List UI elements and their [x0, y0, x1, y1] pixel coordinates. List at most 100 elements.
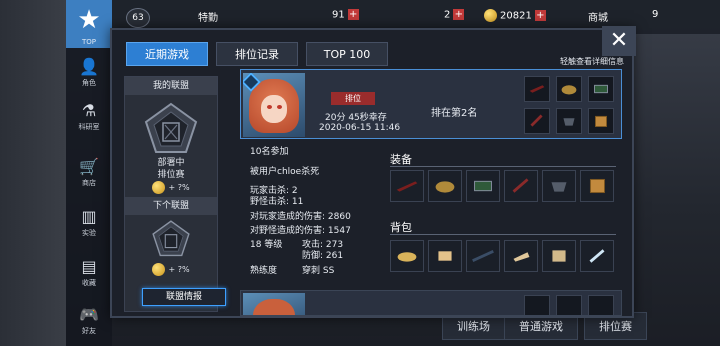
equipment-slot-blade[interactable] [504, 170, 538, 202]
coin-icon [484, 9, 497, 22]
survival-time: 20分 45秒幸存 [325, 113, 387, 123]
star-icon: ★ [77, 5, 101, 35]
loot-slot [524, 76, 550, 102]
books-icon: ▥ [81, 207, 97, 226]
coin-icon [152, 263, 166, 276]
flask-icon: ⚗ [81, 101, 97, 120]
loot-slot [524, 295, 550, 315]
armor-icon [563, 118, 575, 126]
match-datetime: 2020-06-15 11:46 [319, 123, 401, 133]
match-type-tag: 排位 [331, 92, 375, 105]
character-icon: 👤 [79, 57, 99, 76]
resource-4: 9 [652, 9, 659, 20]
equipment-title: 装备 [390, 153, 412, 166]
level-badge: 63 [126, 8, 150, 28]
laptop-icon [474, 180, 492, 192]
coin-resource: 20821 + [484, 9, 546, 25]
bread-icon [397, 252, 417, 262]
tab-top-100[interactable]: TOP 100 [306, 42, 388, 66]
blade-icon [530, 114, 543, 127]
equipment-slot-armor[interactable] [542, 170, 576, 202]
equipment-slot-crate[interactable] [580, 170, 614, 202]
nav-lab[interactable]: ⚗ 科研室 [66, 102, 112, 132]
loot-slot [524, 108, 550, 134]
tab-recent-games[interactable]: 近期游戏 [126, 42, 208, 66]
my-alliance-title: 我的联盟 [125, 77, 217, 95]
material-icon [513, 252, 530, 262]
backpack-slot[interactable] [504, 240, 538, 272]
equipment-slot-weapon[interactable] [390, 170, 424, 202]
killed-by: 被用户chloe杀死 [250, 167, 320, 177]
proficiency-value: 穿刺 SS [302, 266, 335, 276]
rifle-icon [396, 181, 418, 192]
loot-slot [556, 295, 582, 315]
next-alliance-title: 下个联盟 [125, 197, 217, 215]
backpack-slot[interactable] [466, 240, 500, 272]
placement: 排在第2名 [431, 108, 478, 119]
character-level: 18 等级 [250, 240, 283, 250]
helmet-icon [435, 181, 455, 193]
match-card-selected[interactable]: 排位 20分 45秒幸存 2020-06-15 11:46 排在第2名 [240, 69, 622, 139]
backpack-slot[interactable] [542, 240, 576, 272]
add-resource-2-button[interactable]: + [453, 9, 465, 20]
resource-1: 91 + [332, 9, 359, 21]
alliance-rank-name: 部署中 [157, 158, 185, 168]
loot-slot [588, 108, 614, 134]
food-icon [438, 251, 452, 261]
close-button[interactable]: ✕ [602, 26, 636, 56]
gamepad-icon: 🎮 [79, 305, 99, 324]
tab-ranked-records[interactable]: 排位记录 [216, 42, 298, 66]
damage-to-wild: 对野怪造成的伤害: 1547 [250, 226, 351, 236]
equipment-slot-head[interactable] [428, 170, 462, 202]
blade-icon [512, 178, 529, 193]
character-avatar [243, 73, 305, 137]
backpack-slot[interactable] [428, 240, 462, 272]
nav-friends[interactable]: 🎮 好友 [66, 306, 112, 336]
alliance-info-button[interactable]: 联盟情报 [142, 288, 226, 306]
nav-collection[interactable]: ▤ 收藏 [66, 258, 112, 288]
background-left-panel [0, 0, 66, 346]
nav-top[interactable]: ★ TOP [66, 0, 112, 48]
crate-icon [595, 115, 607, 127]
backpack-slot[interactable] [390, 240, 424, 272]
participants-count: 10名参加 [250, 147, 289, 157]
proficiency-label: 熟练度 [250, 266, 278, 276]
alliance-panel: 我的联盟 部署中 排位赛 + ?% 下个联盟 + ?% [124, 76, 218, 312]
backpack-title: 背包 [390, 221, 412, 234]
nav-character[interactable]: 👤 角色 [66, 58, 112, 88]
left-navigation: 👤 角色 ⚗ 科研室 🛒 商店 ▥ 实验 ▤ 收藏 🎮 好友 [66, 0, 112, 346]
armor-icon [551, 182, 567, 192]
special-label: 特勤 [198, 13, 218, 24]
add-resource-1-button[interactable]: + [347, 9, 359, 20]
nav-experiment[interactable]: ▥ 实验 [66, 208, 112, 238]
helmet-icon [561, 85, 577, 95]
cart-icon: 🛒 [79, 157, 99, 176]
shop-label[interactable]: 商城 [588, 9, 608, 25]
character-avatar [243, 293, 305, 315]
alliance-season: 排位赛 [157, 170, 185, 180]
alliance-bonus: + ?% [125, 181, 217, 195]
laptop-icon [594, 84, 608, 94]
details-hint: 轻触查看详细信息 [560, 57, 624, 66]
coin-icon [152, 181, 166, 194]
next-alliance-bonus: + ?% [125, 263, 217, 277]
equipment-slot-device[interactable] [466, 170, 500, 202]
backpack-slot[interactable] [580, 240, 614, 272]
game-screen: 👤 角色 ⚗ 科研室 🛒 商店 ▥ 实验 ▤ 收藏 🎮 好友 ★ TOP 63 特勤 91 + … [0, 0, 720, 346]
book-icon: ▤ [81, 257, 97, 276]
crate-icon [589, 178, 605, 194]
syringe-icon [589, 249, 605, 263]
loot-slot [588, 295, 614, 315]
wild-kills: 野怪击杀: 11 [250, 197, 304, 207]
scroll-icon [552, 250, 566, 262]
nav-shop[interactable]: 🛒 商店 [66, 158, 112, 188]
defense-stat: 防御: 261 [302, 251, 344, 261]
loot-slot [588, 76, 614, 102]
next-alliance-emblem-icon [152, 220, 190, 257]
damage-to-players: 对玩家造成的伤害: 2860 [250, 212, 351, 222]
match-card[interactable] [240, 290, 622, 316]
rifle-icon [472, 250, 494, 262]
resource-2: 2 + [444, 9, 465, 21]
loot-slot [556, 108, 582, 134]
add-coins-button[interactable]: + [534, 10, 546, 21]
